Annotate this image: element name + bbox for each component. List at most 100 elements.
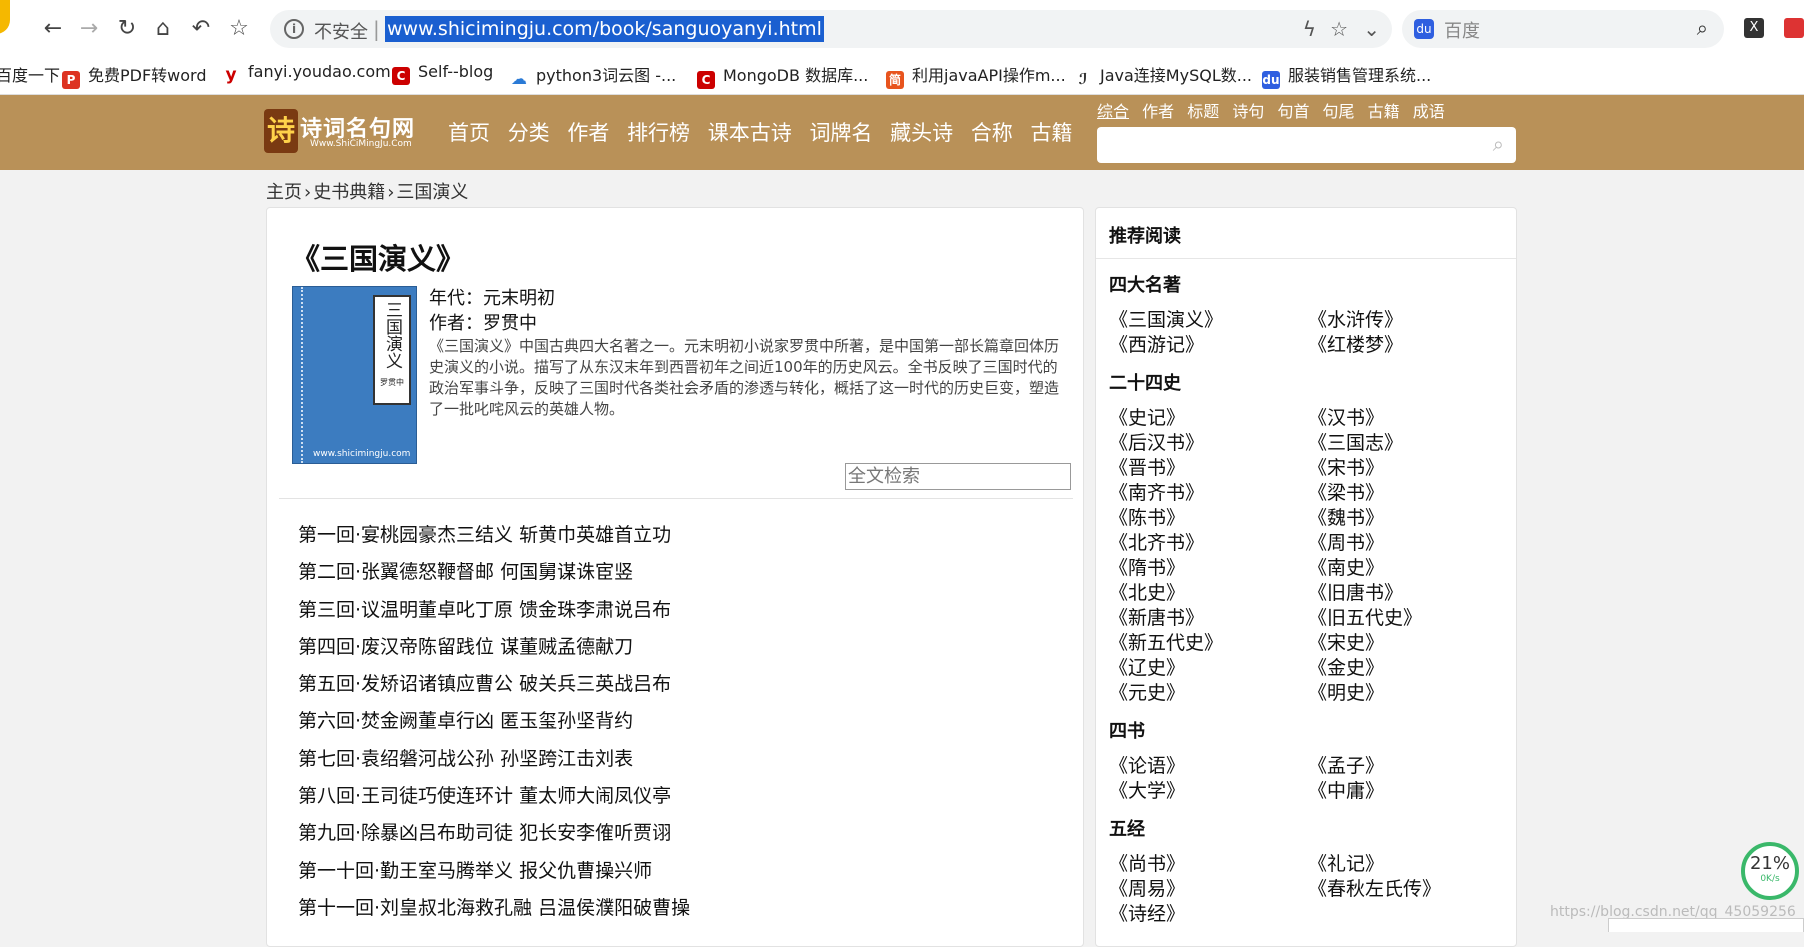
recommend-book-link[interactable]: 《孟子》 — [1308, 754, 1507, 779]
search-icon[interactable]: ⌕ — [1493, 132, 1504, 156]
bookmark-item[interactable]: C Self--blog — [392, 62, 493, 85]
search-tab[interactable]: 综合 — [1097, 102, 1129, 121]
recommend-book-link[interactable]: 《新五代史》 — [1109, 631, 1308, 656]
nav-item[interactable]: 课本古诗 — [708, 121, 792, 145]
bookmark-label: 免费PDF转word — [88, 66, 207, 85]
extension-icon-2[interactable] — [1784, 18, 1804, 38]
recommend-book-link[interactable]: 《明史》 — [1308, 681, 1507, 706]
breadcrumb-current[interactable]: 三国演义 — [396, 182, 468, 203]
bookmark-item[interactable]: y fanyi.youdao.com — [222, 62, 391, 84]
recommend-book-link[interactable]: 《大学》 — [1109, 779, 1308, 804]
breadcrumb-category[interactable]: 史书典籍 — [313, 182, 385, 203]
lightning-icon[interactable]: ϟ — [1303, 17, 1316, 41]
nav-item[interactable]: 首页 — [448, 121, 490, 145]
chapter-link[interactable]: 第五回·发矫诏诸镇应曹公 破关兵三英战吕布 — [298, 672, 690, 709]
chapter-link[interactable]: 第三回·议温明董卓叱丁原 馈金珠李肃说吕布 — [298, 598, 690, 635]
bookmark-item[interactable]: 简利用javaAPI操作m... — [886, 62, 1066, 89]
bookmark-star-icon[interactable]: ☆ — [224, 14, 254, 44]
recommend-book-link[interactable]: 《论语》 — [1109, 754, 1308, 779]
search-tab[interactable]: 诗句 — [1232, 102, 1264, 121]
bookmark-item[interactable]: ☁ python3词云图 -... — [510, 62, 676, 88]
search-tab[interactable]: 作者 — [1142, 102, 1174, 121]
recommend-book-link[interactable]: 《新唐书》 — [1109, 606, 1308, 631]
recommend-book-link[interactable]: 《金史》 — [1308, 656, 1507, 681]
nav-item[interactable]: 古籍 — [1031, 121, 1073, 145]
recommend-book-link[interactable]: 《水浒传》 — [1308, 308, 1507, 333]
nav-item[interactable]: 藏头诗 — [890, 121, 953, 145]
chapter-link[interactable]: 第九回·除暴凶吕布助司徒 犯长安李傕听贾诩 — [298, 821, 690, 858]
recommend-book-link[interactable]: 《元史》 — [1109, 681, 1308, 706]
bookmark-item[interactable]: P 免费PDF转word — [62, 62, 207, 89]
recommend-book-link[interactable]: 《周易》 — [1109, 877, 1308, 902]
network-speed-widget[interactable]: 21% 0K/s — [1741, 842, 1799, 900]
home-icon[interactable]: ⌂ — [148, 14, 178, 44]
search-tab[interactable]: 句尾 — [1323, 102, 1355, 121]
cover-label: 三国演义 罗贯中 — [373, 295, 411, 405]
search-tab[interactable]: 标题 — [1187, 102, 1219, 121]
chevron-down-icon[interactable]: ⌄ — [1363, 17, 1380, 41]
recommend-book-link[interactable]: 《尚书》 — [1109, 852, 1308, 877]
address-bar[interactable]: i 不安全 | www.shicimingju.com/book/sanguoy… — [270, 10, 1392, 48]
fulltext-search-input[interactable]: 全文检索 — [845, 463, 1071, 490]
undo-icon[interactable]: ↶ — [186, 14, 216, 44]
site-search-input[interactable]: ⌕ — [1097, 127, 1516, 163]
recommend-book-link[interactable]: 《隋书》 — [1109, 556, 1308, 581]
browser-search-box[interactable]: du 百度 ⌕ — [1402, 10, 1724, 48]
recommend-book-link[interactable]: 《旧唐书》 — [1308, 581, 1507, 606]
search-tab[interactable]: 古籍 — [1368, 102, 1400, 121]
recommend-book-link[interactable]: 《魏书》 — [1308, 506, 1507, 531]
back-icon[interactable]: ← — [38, 14, 68, 44]
recommend-book-link[interactable]: 《北齐书》 — [1109, 531, 1308, 556]
forward-icon[interactable]: → — [74, 14, 104, 44]
recommend-book-link[interactable]: 《三国志》 — [1308, 431, 1507, 456]
breadcrumb-home[interactable]: 主页 — [266, 182, 302, 203]
recommend-book-link[interactable]: 《后汉书》 — [1109, 431, 1308, 456]
nav-item[interactable]: 分类 — [508, 121, 550, 145]
nav-item[interactable]: 合称 — [971, 121, 1013, 145]
recommend-book-link[interactable]: 《礼记》 — [1308, 852, 1507, 877]
bookmark-item[interactable]: C MongoDB 数据库... — [697, 62, 868, 89]
recommend-book-link[interactable]: 《北史》 — [1109, 581, 1308, 606]
recommend-book-link[interactable]: 《春秋左氏传》 — [1308, 877, 1507, 902]
recommend-book-link[interactable]: 《宋书》 — [1308, 456, 1507, 481]
nav-item[interactable]: 作者 — [567, 121, 609, 145]
chapter-link[interactable]: 第一回·宴桃园豪杰三结义 斩黄巾英雄首立功 — [298, 523, 690, 560]
chapter-link[interactable]: 第四回·废汉帝陈留践位 谋董贼孟德献刀 — [298, 635, 690, 672]
recommend-book-link[interactable]: 《晋书》 — [1109, 456, 1308, 481]
chapter-link[interactable]: 第二回·张翼德怒鞭督邮 何国舅谋诛宦竖 — [298, 560, 690, 597]
recommend-book-link[interactable]: 《红楼梦》 — [1308, 333, 1507, 358]
recommend-book-link[interactable]: 《西游记》 — [1109, 333, 1308, 358]
recommend-book-link[interactable]: 《周书》 — [1308, 531, 1507, 556]
info-icon[interactable]: i — [284, 19, 304, 39]
recommend-book-link[interactable]: 《宋史》 — [1308, 631, 1507, 656]
nav-item[interactable]: 词牌名 — [809, 121, 872, 145]
recommend-book-link[interactable]: 《三国演义》 — [1109, 308, 1308, 333]
chapter-link[interactable]: 第七回·袁绍磐河战公孙 孙坚跨江击刘表 — [298, 747, 690, 784]
recommend-book-link[interactable]: 《中庸》 — [1308, 779, 1507, 804]
nav-item[interactable]: 排行榜 — [627, 121, 690, 145]
search-tab[interactable]: 成语 — [1413, 102, 1445, 121]
recommend-book-link[interactable]: 《辽史》 — [1109, 656, 1308, 681]
recommend-book-link[interactable]: 《陈书》 — [1109, 506, 1308, 531]
chapter-link[interactable]: 第一十回·勤王室马腾举义 报父仇曹操兴师 — [298, 859, 690, 896]
recommend-book-link[interactable]: 《旧五代史》 — [1308, 606, 1507, 631]
star-icon[interactable]: ☆ — [1330, 17, 1348, 41]
site-logo[interactable]: 诗 诗词名句网 Www.ShiCiMingJu.Com — [264, 109, 434, 155]
reload-icon[interactable]: ↻ — [112, 14, 142, 44]
recommend-book-link[interactable]: 《汉书》 — [1308, 406, 1507, 431]
url-text[interactable]: www.shicimingju.com/book/sanguoyanyi.htm… — [385, 16, 824, 42]
search-tab[interactable]: 句首 — [1277, 102, 1309, 121]
chapter-link[interactable]: 第八回·王司徒巧使连环计 董太师大闹凤仪亭 — [298, 784, 690, 821]
bookmark-item[interactable]: du 服装销售管理系统... — [1262, 62, 1431, 89]
recommend-book-link[interactable]: 《史记》 — [1109, 406, 1308, 431]
recommend-book-link[interactable]: 《南史》 — [1308, 556, 1507, 581]
bookmark-item[interactable]: 百度一下 — [0, 62, 60, 86]
search-icon[interactable]: ⌕ — [1697, 16, 1708, 40]
chapter-link[interactable]: 第六回·焚金阙董卓行凶 匿玉玺孙坚背约 — [298, 709, 690, 746]
recommend-book-link[interactable]: 《梁书》 — [1308, 481, 1507, 506]
bookmark-item[interactable]: ℐ Java连接MySQL数... — [1074, 62, 1252, 88]
chapter-link[interactable]: 第十一回·刘皇叔北海救孔融 吕温侯濮阳破曹操 — [298, 896, 690, 933]
extension-icon[interactable]: X — [1744, 18, 1764, 38]
recommend-book-link[interactable]: 《南齐书》 — [1109, 481, 1308, 506]
recommend-book-link[interactable]: 《诗经》 — [1109, 902, 1308, 927]
